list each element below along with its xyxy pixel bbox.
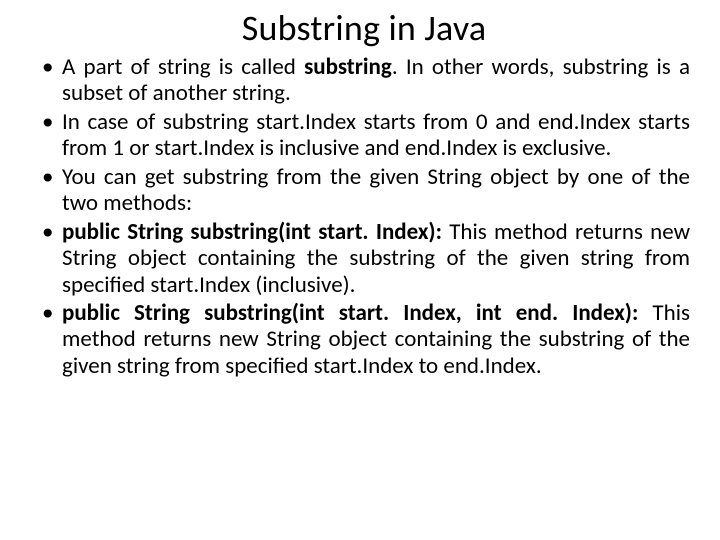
bullet-text-pre: In case of substring start.Index starts … bbox=[62, 108, 690, 162]
list-item: In case of substring start.Index starts … bbox=[38, 109, 690, 162]
list-item: A part of string is called substring. In… bbox=[38, 54, 690, 107]
slide: Substring in Java A part of string is ca… bbox=[0, 0, 720, 391]
list-item: You can get substring from the given Str… bbox=[38, 164, 690, 217]
list-item: public String substring(int start. Index… bbox=[38, 300, 690, 379]
list-item: public String substring(int start. Index… bbox=[38, 219, 690, 298]
bullet-text-bold: substring bbox=[304, 53, 392, 81]
slide-title: Substring in Java bbox=[38, 6, 690, 50]
bullet-text-pre: A part of string is called bbox=[62, 53, 304, 81]
bullet-list: A part of string is called substring. In… bbox=[38, 54, 690, 379]
bullet-text-bold: public String substring(int start. Index… bbox=[62, 299, 652, 327]
bullet-text-pre: You can get substring from the given Str… bbox=[62, 163, 690, 217]
bullet-text-bold: public String substring(int start. Index… bbox=[62, 218, 449, 246]
